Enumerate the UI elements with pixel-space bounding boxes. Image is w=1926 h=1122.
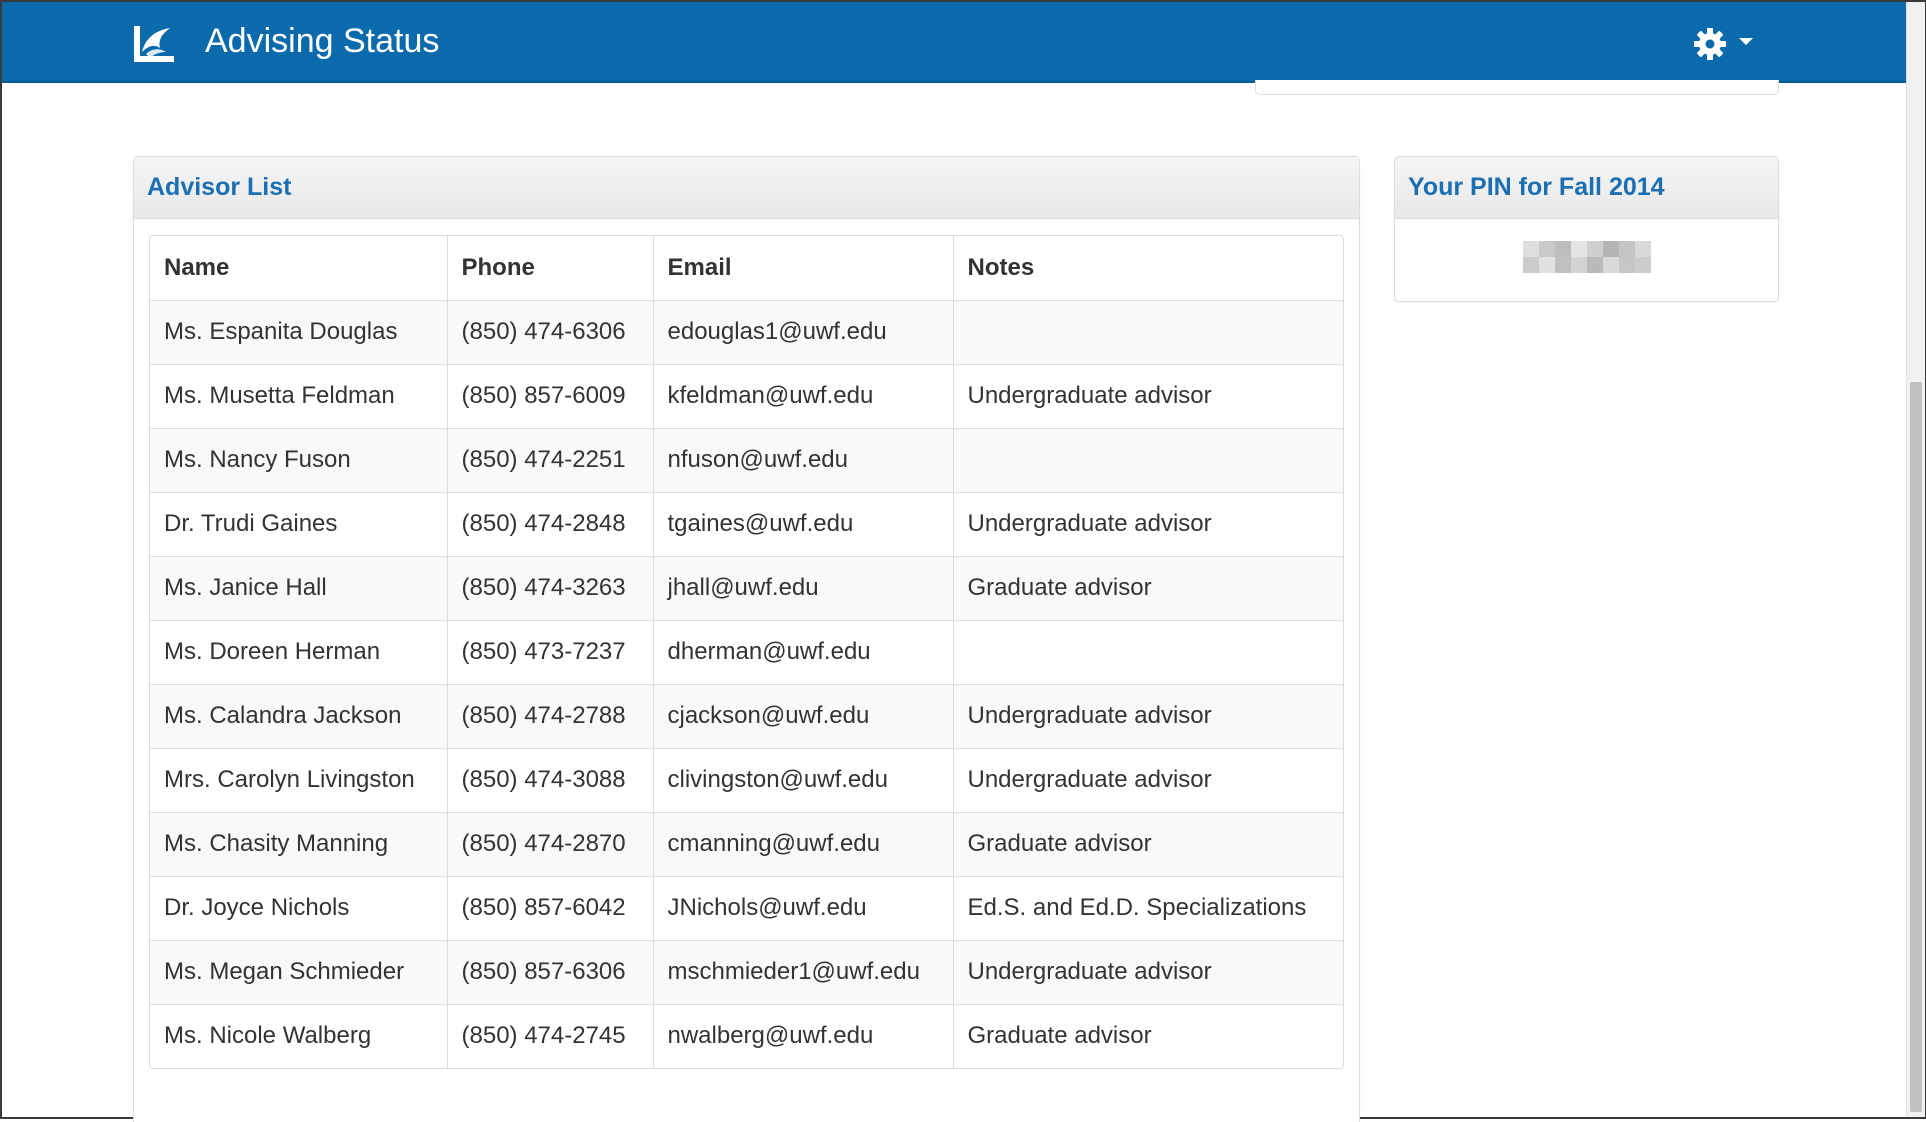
cell-phone: (850) 857-6306 — [447, 939, 654, 1004]
cell-notes: Undergraduate advisor — [953, 683, 1343, 748]
cell-notes — [953, 427, 1343, 492]
cell-notes: Graduate advisor — [953, 1003, 1343, 1068]
cell-email: JNichols@uwf.edu — [653, 875, 954, 940]
cell-notes: Undergraduate advisor — [953, 491, 1343, 556]
cell-notes: Graduate advisor — [953, 811, 1343, 876]
page-scrollbar[interactable] — [1906, 2, 1925, 1117]
table-row: Mrs. Carolyn Livingston (850) 474-3088 c… — [150, 747, 1343, 812]
cell-notes: Undergraduate advisor — [953, 939, 1343, 1004]
top-navbar: Advising Status — [2, 2, 1906, 83]
cell-name: Ms. Espanita Douglas — [150, 299, 448, 364]
advisor-list-heading: Advisor List — [134, 157, 1359, 219]
table-row: Ms. Doreen Herman (850) 473-7237 dherman… — [150, 619, 1343, 684]
cell-name: Ms. Megan Schmieder — [150, 939, 448, 1004]
cell-phone: (850) 857-6042 — [447, 875, 654, 940]
cell-name: Ms. Chasity Manning — [150, 811, 448, 876]
cell-phone: (850) 857-6009 — [447, 363, 654, 428]
cell-email: mschmieder1@uwf.edu — [653, 939, 954, 1004]
cell-email: clivingston@uwf.edu — [653, 747, 954, 812]
cell-email: nfuson@uwf.edu — [653, 427, 954, 492]
cell-notes: Undergraduate advisor — [953, 363, 1343, 428]
table-row: Ms. Nicole Walberg (850) 474-2745 nwalbe… — [150, 1003, 1343, 1068]
cell-notes: Graduate advisor — [953, 555, 1343, 620]
table-row: Dr. Trudi Gaines (850) 474-2848 tgaines@… — [150, 491, 1343, 556]
cell-name: Ms. Nancy Fuson — [150, 427, 448, 492]
cell-phone: (850) 474-2870 — [447, 811, 654, 876]
pixelated-pin — [1523, 241, 1651, 273]
table-row: Ms. Espanita Douglas (850) 474-6306 edou… — [150, 299, 1343, 364]
cell-email: tgaines@uwf.edu — [653, 491, 954, 556]
cell-name: Ms. Janice Hall — [150, 555, 448, 620]
pin-panel-heading: Your PIN for Fall 2014 — [1395, 157, 1778, 219]
cell-name: Ms. Doreen Herman — [150, 619, 448, 684]
pin-panel-body — [1395, 219, 1778, 299]
cell-email: cjackson@uwf.edu — [653, 683, 954, 748]
cell-email: kfeldman@uwf.edu — [653, 363, 954, 428]
pin-panel-title: Your PIN for Fall 2014 — [1408, 173, 1665, 201]
cell-name: Dr. Joyce Nichols — [150, 875, 448, 940]
caret-down-icon[interactable] — [1739, 38, 1753, 45]
advisor-table: Name Phone Email Notes Ms. Espanita Doug… — [150, 236, 1343, 1068]
cell-name: Dr. Trudi Gaines — [150, 491, 448, 556]
cell-phone: (850) 473-7237 — [447, 619, 654, 684]
cell-notes — [953, 619, 1343, 684]
cell-phone: (850) 474-2251 — [447, 427, 654, 492]
gear-icon[interactable] — [1692, 26, 1728, 62]
cell-name: Ms. Musetta Feldman — [150, 363, 448, 428]
advisor-table-wrapper: Name Phone Email Notes Ms. Espanita Doug… — [149, 235, 1344, 1069]
cell-phone: (850) 474-6306 — [447, 299, 654, 364]
table-row: Ms. Chasity Manning (850) 474-2870 cmann… — [150, 811, 1343, 876]
table-row: Ms. Megan Schmieder (850) 857-6306 mschm… — [150, 939, 1343, 1004]
table-row: Ms. Calandra Jackson (850) 474-2788 cjac… — [150, 683, 1343, 748]
table-row: Ms. Nancy Fuson (850) 474-2251 nfuson@uw… — [150, 427, 1343, 492]
table-row: Ms. Janice Hall (850) 474-3263 jhall@uwf… — [150, 555, 1343, 620]
cell-name: Ms. Nicole Walberg — [150, 1003, 448, 1068]
cell-email: dherman@uwf.edu — [653, 619, 954, 684]
cell-phone: (850) 474-3088 — [447, 747, 654, 812]
cell-notes: Undergraduate advisor — [953, 747, 1343, 812]
column-header-phone: Phone — [447, 236, 654, 300]
column-header-notes: Notes — [967, 253, 1035, 281]
scrollbar-thumb[interactable] — [1910, 382, 1922, 1112]
cell-phone: (850) 474-2745 — [447, 1003, 654, 1068]
advisor-list-panel: Advisor List Name Phone Email Notes Ms. … — [133, 156, 1360, 1122]
table-header-row: Name Phone Email Notes — [150, 236, 1343, 300]
column-header-email: Email — [653, 236, 954, 300]
cell-notes: Ed.S. and Ed.D. Specializations — [953, 875, 1343, 940]
cell-notes — [953, 299, 1343, 364]
table-row: Dr. Joyce Nichols (850) 857-6042 JNichol… — [150, 875, 1343, 940]
panel-remnant — [1255, 80, 1779, 95]
app-title: Advising Status — [205, 22, 440, 60]
cell-phone: (850) 474-2848 — [447, 491, 654, 556]
cell-name: Mrs. Carolyn Livingston — [150, 747, 448, 812]
pin-panel: Your PIN for Fall 2014 — [1394, 156, 1779, 302]
column-header-name: Name — [150, 236, 448, 300]
cell-phone: (850) 474-3263 — [447, 555, 654, 620]
cell-phone: (850) 474-2788 — [447, 683, 654, 748]
uwf-logo-icon[interactable] — [132, 22, 176, 66]
cell-email: nwalberg@uwf.edu — [653, 1003, 954, 1068]
advisor-list-title: Advisor List — [147, 173, 292, 201]
cell-name: Ms. Calandra Jackson — [150, 683, 448, 748]
cell-email: jhall@uwf.edu — [653, 555, 954, 620]
table-row: Ms. Musetta Feldman (850) 857-6009 kfeld… — [150, 363, 1343, 428]
cell-email: cmanning@uwf.edu — [653, 811, 954, 876]
cell-email: edouglas1@uwf.edu — [653, 299, 954, 364]
